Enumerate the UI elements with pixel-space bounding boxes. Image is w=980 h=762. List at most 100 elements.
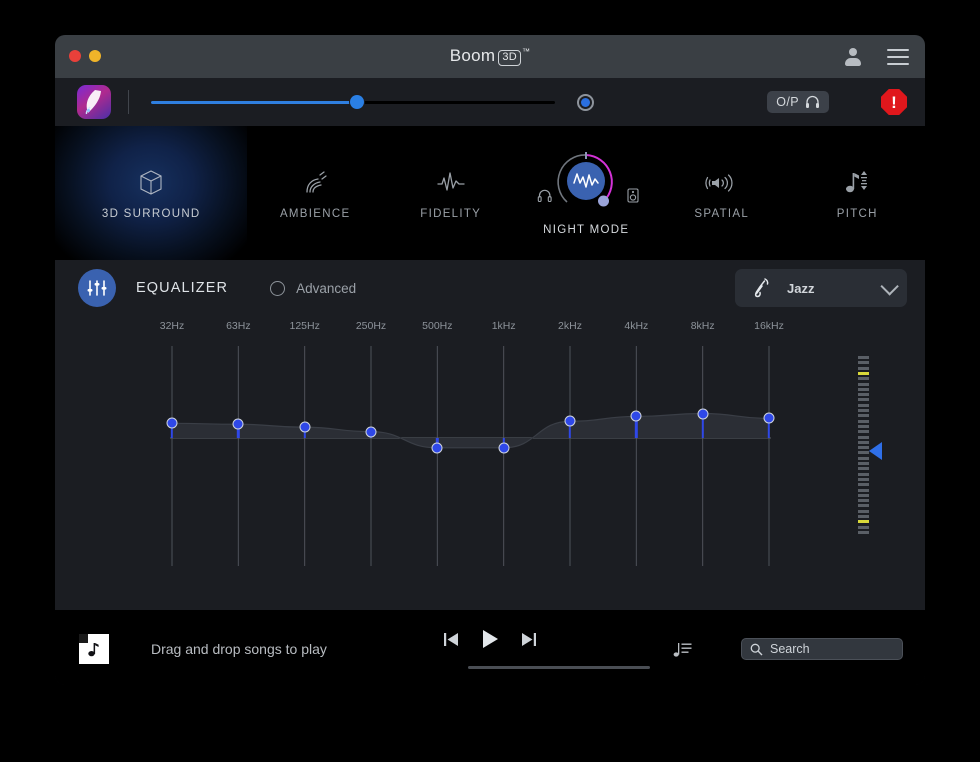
chevron-down-icon[interactable] [880, 276, 899, 296]
equalizer-curve [170, 346, 771, 566]
divider [128, 90, 129, 114]
gain-meter-tick [858, 440, 869, 444]
volume-slider-fill [151, 101, 358, 104]
seek-bar[interactable] [468, 666, 650, 669]
gain-meter-tick [858, 435, 869, 439]
spatial-speaker-icon [705, 166, 739, 200]
effect-label: 3D SURROUND [101, 208, 201, 220]
equalizer-band-handle[interactable] [232, 418, 244, 430]
volume-bar: O/P ! [55, 78, 925, 126]
cube-icon [136, 166, 166, 200]
gain-meter-pointer[interactable] [869, 442, 882, 460]
gain-meter-tick [858, 456, 869, 460]
gain-meter-tick [858, 446, 869, 450]
music-note-pitch-icon [842, 166, 872, 200]
gain-meter-tick [858, 462, 869, 465]
search-input[interactable]: Search [741, 638, 903, 660]
page-title: Boom 3D ™ [55, 46, 925, 67]
headphones-icon [537, 189, 552, 203]
output-device-label: O/P [776, 95, 799, 109]
gain-meter-tick [858, 414, 869, 418]
alert-exclamation-icon[interactable]: ! [881, 89, 907, 115]
gain-meter-tick [858, 424, 869, 428]
speaker-icon [627, 188, 639, 203]
effect-tab-night-mode[interactable]: NIGHT MODE [518, 126, 654, 260]
gain-meter-tick [858, 509, 869, 513]
effect-label: AMBIENCE [279, 208, 351, 220]
equalizer-band-handle[interactable] [431, 442, 443, 454]
equalizer-band-handle[interactable] [365, 426, 377, 438]
next-track-button[interactable] [519, 631, 538, 648]
gain-meter-tick [858, 361, 869, 365]
effect-label: NIGHT MODE [543, 224, 630, 236]
effect-tab-fidelity[interactable]: FIDELITY [383, 126, 519, 260]
search-icon [750, 643, 763, 655]
output-device-button[interactable]: O/P [767, 91, 829, 113]
equalizer-graph: 32Hz 63Hz 125Hz 250Hz 500Hz 1kHz 2kHz 4kHz 8kHz 1… [55, 316, 925, 596]
advanced-label: Advanced [296, 280, 357, 296]
advanced-toggle[interactable]: Advanced [270, 280, 357, 296]
boom3d-window: Boom 3D ™ O/P ! 3D SURROUND AMBIENCE FID… [55, 35, 925, 685]
gain-meter-tick [858, 525, 869, 529]
trademark-mark: ™ [521, 47, 531, 57]
hamburger-menu-icon[interactable] [887, 48, 909, 65]
equalizer-band-handle[interactable] [564, 415, 576, 427]
playlist-icon[interactable] [673, 639, 693, 659]
gain-meter-tick [858, 409, 869, 412]
player-bar: Drag and drop songs to play Search [55, 610, 925, 685]
gain-meter-tick [858, 371, 869, 375]
gain-meter-tick [858, 387, 869, 391]
effect-tab-ambience[interactable]: AMBIENCE [247, 126, 383, 260]
title-3d-badge: 3D [498, 50, 521, 66]
gain-meter-tick [858, 419, 869, 423]
gain-meter[interactable] [850, 356, 882, 536]
effect-label: SPATIAL [694, 208, 750, 220]
effect-label: PITCH [836, 208, 878, 220]
effect-tab-3d-surround[interactable]: 3D SURROUND [55, 126, 248, 260]
gain-meter-tick [858, 393, 869, 397]
previous-track-button[interactable] [442, 631, 461, 648]
gain-meter-tick [858, 403, 869, 407]
gain-meter-tick [858, 530, 869, 534]
gain-meter-tick [858, 483, 869, 487]
boom-logo [77, 85, 111, 119]
equalizer-band-handle[interactable] [763, 412, 775, 424]
equalizer-band-handle[interactable] [498, 442, 510, 454]
effect-label: FIDELITY [420, 208, 482, 220]
night-mode-dial-icon[interactable] [537, 150, 639, 218]
gain-meter-tick [858, 430, 869, 434]
saxophone-icon [754, 278, 769, 298]
search-placeholder: Search [770, 642, 810, 656]
volume-slider-handle[interactable] [350, 95, 365, 109]
gain-meter-tick [858, 472, 869, 476]
signal-waves-icon [300, 166, 330, 200]
alert-glyph: ! [891, 92, 897, 112]
equalizer-panel: EQUALIZER Advanced Jazz 32Hz 63Hz 125Hz … [55, 260, 925, 610]
equalizer-band-handle[interactable] [166, 417, 178, 429]
gain-meter-tick [858, 377, 869, 381]
gain-meter-tick [858, 477, 869, 481]
equalizer-band-handle[interactable] [630, 410, 642, 422]
advanced-radio[interactable] [270, 280, 286, 296]
gain-meter-tick [858, 515, 869, 518]
gain-meter-tick [858, 382, 869, 386]
gain-meter-tick [858, 356, 869, 359]
gain-meter-tick [858, 398, 869, 402]
equalizer-band-handle[interactable] [697, 408, 709, 419]
volume-slider[interactable] [151, 92, 555, 112]
effects-tabs: 3D SURROUND AMBIENCE FIDELITY NIGHT MODE… [55, 126, 925, 260]
effect-tab-spatial[interactable]: SPATIAL [654, 126, 790, 260]
effect-tab-pitch[interactable]: PITCH [790, 126, 926, 260]
play-button[interactable] [480, 628, 500, 650]
equalizer-sliders-icon [78, 269, 116, 307]
account-icon[interactable] [845, 48, 861, 66]
preset-dropdown[interactable]: Jazz [735, 269, 907, 307]
equalizer-title: EQUALIZER [136, 280, 229, 296]
balance-knob[interactable] [577, 93, 594, 111]
gain-meter-tick [858, 499, 869, 503]
equalizer-band-handle[interactable] [299, 421, 311, 433]
equalizer-header: EQUALIZER Advanced Jazz [55, 260, 925, 316]
gain-meter-tick [858, 504, 869, 508]
preset-name: Jazz [787, 280, 815, 296]
gain-meter-tick [858, 488, 869, 492]
